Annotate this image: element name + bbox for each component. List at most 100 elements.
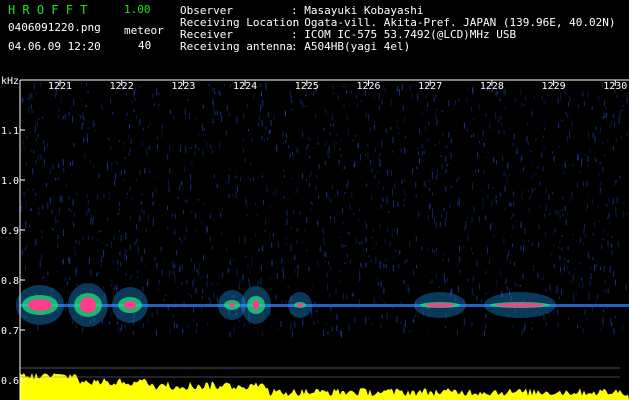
noise-speckle <box>307 144 309 148</box>
noise-speckle <box>92 120 94 128</box>
noise-speckle <box>466 128 468 132</box>
noise-speckle <box>371 168 373 172</box>
noise-speckle <box>44 146 45 152</box>
noise-speckle <box>185 311 187 314</box>
noise-speckle <box>514 133 515 140</box>
noise-speckle <box>478 154 480 158</box>
noise-speckle <box>97 272 99 275</box>
noise-speckle <box>302 319 304 326</box>
noise-speckle <box>426 108 428 111</box>
noise-speckle <box>103 249 105 252</box>
noise-speckle <box>328 194 330 201</box>
noise-speckle <box>425 95 427 98</box>
noise-speckle <box>398 264 400 269</box>
noise-speckle <box>523 104 525 107</box>
noise-speckle <box>585 153 587 157</box>
noise-speckle <box>580 236 581 243</box>
noise-speckle <box>560 93 562 100</box>
noise-speckle <box>418 127 420 133</box>
noise-speckle <box>366 224 368 229</box>
noise-speckle <box>146 147 148 153</box>
noise-speckle <box>139 215 141 222</box>
noise-speckle <box>326 323 327 326</box>
noise-speckle <box>604 229 606 233</box>
noise-speckle <box>111 241 113 248</box>
noise-speckle <box>595 300 597 303</box>
noise-speckle <box>543 213 545 218</box>
noise-speckle <box>52 164 54 169</box>
noise-speckle <box>262 100 264 107</box>
noise-speckle <box>349 328 351 331</box>
noise-speckle <box>553 309 555 316</box>
noise-speckle <box>57 234 59 240</box>
noise-speckle <box>540 278 542 281</box>
noise-speckle <box>556 286 558 293</box>
y-tick-label: 0.7 <box>1 326 19 337</box>
noise-speckle <box>346 223 348 225</box>
noise-speckle <box>446 212 448 216</box>
noise-speckle <box>564 205 566 211</box>
noise-speckle <box>41 235 43 239</box>
noise-speckle <box>289 89 291 97</box>
noise-speckle <box>444 279 446 285</box>
noise-speckle <box>586 181 588 186</box>
noise-speckle <box>213 87 215 94</box>
noise-speckle <box>428 139 430 142</box>
noise-speckle <box>342 207 343 214</box>
noise-speckle <box>466 97 468 103</box>
noise-speckle <box>427 331 429 334</box>
noise-speckle <box>604 154 606 157</box>
noise-speckle <box>149 171 151 173</box>
noise-speckle <box>23 146 25 149</box>
noise-speckle <box>301 241 303 244</box>
noise-speckle <box>504 88 506 96</box>
noise-speckle <box>216 183 218 189</box>
noise-speckle <box>123 254 125 257</box>
noise-speckle <box>177 154 179 156</box>
noise-speckle <box>210 213 211 220</box>
noise-speckle <box>378 93 380 100</box>
antenna-key: Receiving antenna <box>180 40 293 53</box>
noise-speckle <box>503 130 505 135</box>
noise-speckle <box>318 194 319 199</box>
noise-speckle <box>179 268 181 273</box>
noise-speckle <box>184 166 186 173</box>
noise-speckle <box>421 112 423 116</box>
noise-speckle <box>392 136 394 144</box>
noise-speckle <box>511 325 513 330</box>
noise-speckle <box>614 179 616 186</box>
noise-speckle <box>538 122 540 124</box>
noise-speckle <box>332 85 334 90</box>
noise-speckle <box>181 282 183 285</box>
noise-speckle <box>584 224 585 229</box>
noise-speckle <box>606 113 607 118</box>
noise-speckle <box>472 182 473 190</box>
noise-speckle <box>349 204 351 210</box>
noise-speckle <box>38 118 39 120</box>
noise-speckle <box>445 186 447 192</box>
noise-speckle <box>404 116 406 123</box>
noise-speckle <box>615 138 617 143</box>
noise-speckle <box>142 287 144 291</box>
noise-speckle <box>73 99 75 107</box>
noise-speckle <box>130 274 132 278</box>
noise-speckle <box>71 210 73 213</box>
noise-speckle <box>545 205 547 212</box>
noise-speckle <box>145 228 147 233</box>
noise-speckle <box>370 258 372 263</box>
noise-speckle <box>275 189 277 196</box>
noise-speckle <box>346 232 348 236</box>
noise-speckle <box>181 239 183 243</box>
noise-speckle <box>476 295 478 301</box>
noise-speckle <box>29 93 31 100</box>
noise-speckle <box>129 124 130 129</box>
noise-speckle <box>184 236 186 241</box>
noise-speckle <box>313 91 315 95</box>
noise-speckle <box>319 246 321 252</box>
noise-speckle <box>565 219 567 226</box>
noise-speckle <box>257 213 258 216</box>
noise-speckle <box>587 252 589 259</box>
noise-speckle <box>428 121 430 125</box>
noise-speckle <box>543 101 545 104</box>
noise-speckle <box>249 178 251 181</box>
